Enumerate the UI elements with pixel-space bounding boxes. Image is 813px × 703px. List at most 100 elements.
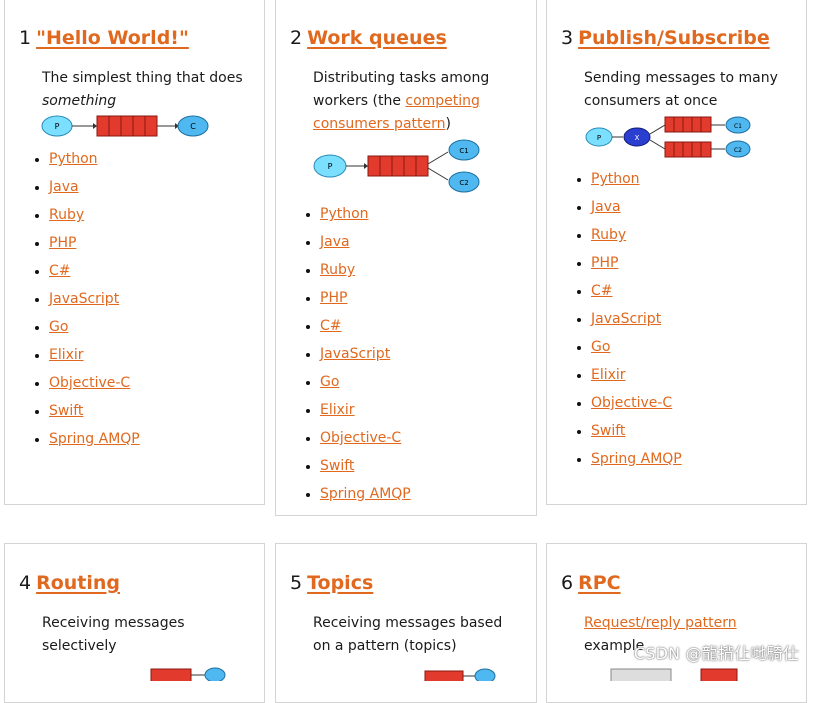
exchange-label: X bbox=[635, 134, 640, 142]
queue-icon bbox=[367, 155, 429, 177]
language-link-elixir[interactable]: Elixir bbox=[591, 367, 626, 383]
queue-icon bbox=[96, 115, 158, 137]
list-item: Swift bbox=[49, 397, 264, 425]
list-item: Python bbox=[591, 165, 806, 193]
language-link-spring-amqp[interactable]: Spring AMQP bbox=[591, 451, 682, 467]
tutorial-description: The simplest thing that does something bbox=[42, 67, 252, 113]
list-item: Spring AMQP bbox=[49, 425, 264, 453]
card-heading: 5 Topics bbox=[290, 572, 536, 594]
language-link-spring-amqp[interactable]: Spring AMQP bbox=[320, 486, 411, 502]
language-link-elixir[interactable]: Elixir bbox=[49, 347, 84, 363]
list-item: Ruby bbox=[49, 201, 264, 229]
list-item: Spring AMQP bbox=[591, 445, 806, 473]
list-item: PHP bbox=[591, 249, 806, 277]
tutorial-card-1: 1 "Hello World!" The simplest thing that… bbox=[4, 0, 265, 505]
language-link-ruby[interactable]: Ruby bbox=[49, 207, 84, 223]
tutorial-description: Receiving messages based on a pattern (t… bbox=[313, 615, 503, 654]
language-link-ruby[interactable]: Ruby bbox=[591, 227, 626, 243]
tutorial-number: 1 bbox=[19, 27, 32, 49]
language-link-java[interactable]: Java bbox=[320, 234, 350, 250]
tutorial-description: Sending messages to many consumers at on… bbox=[584, 70, 778, 109]
language-link-php[interactable]: PHP bbox=[49, 235, 76, 251]
language-link-objective-c[interactable]: Objective-C bbox=[49, 375, 130, 391]
list-item: C# bbox=[320, 312, 536, 340]
list-item: Spring AMQP bbox=[320, 480, 536, 508]
tutorial-title-link[interactable]: Publish/Subscribe bbox=[578, 27, 770, 49]
language-link-csharp[interactable]: C# bbox=[320, 318, 342, 334]
list-item: Go bbox=[320, 368, 536, 396]
queue-2-icon bbox=[664, 141, 712, 158]
language-link-go[interactable]: Go bbox=[591, 339, 610, 355]
language-link-swift[interactable]: Swift bbox=[591, 423, 625, 439]
csdn-watermark: CSDN @龍揹仩哋騎仕 bbox=[633, 644, 799, 663]
language-link-javascript[interactable]: JavaScript bbox=[49, 291, 119, 307]
list-item: Swift bbox=[591, 417, 806, 445]
language-link-python[interactable]: Python bbox=[49, 151, 98, 167]
card-heading: 4 Routing bbox=[19, 572, 264, 594]
language-link-php[interactable]: PHP bbox=[591, 255, 618, 271]
tutorial-card-5: 5 Topics Receiving messages based on a p… bbox=[275, 543, 537, 703]
language-link-java[interactable]: Java bbox=[591, 199, 621, 215]
tutorial-number: 6 bbox=[561, 572, 574, 594]
list-item: PHP bbox=[320, 284, 536, 312]
request-reply-link[interactable]: Request/reply pattern bbox=[584, 615, 737, 631]
language-link-python[interactable]: Python bbox=[591, 171, 640, 187]
tutorial-title-link[interactable]: Work queues bbox=[307, 27, 447, 49]
tutorial-number: 2 bbox=[290, 27, 303, 49]
rpc-diagram bbox=[610, 668, 738, 681]
language-link-csharp[interactable]: C# bbox=[49, 263, 71, 279]
tutorial-title-link[interactable]: Routing bbox=[36, 572, 120, 594]
language-link-ruby[interactable]: Ruby bbox=[320, 262, 355, 278]
language-link-spring-amqp[interactable]: Spring AMQP bbox=[49, 431, 140, 447]
tutorial-card-6: 6 RPC Request/reply pattern example bbox=[546, 543, 807, 703]
list-item: Elixir bbox=[320, 396, 536, 424]
tutorial-card-4: 4 Routing Receiving messages selectively bbox=[4, 543, 265, 703]
language-link-php[interactable]: PHP bbox=[320, 290, 347, 306]
language-list: Python Java Ruby PHP C# JavaScript Go El… bbox=[290, 200, 536, 508]
language-link-javascript[interactable]: JavaScript bbox=[320, 346, 390, 362]
work-queues-diagram: P C1 C2 bbox=[313, 139, 480, 193]
tutorial-description: Receiving messages selectively bbox=[42, 615, 185, 654]
language-link-java[interactable]: Java bbox=[49, 179, 79, 195]
language-link-swift[interactable]: Swift bbox=[49, 403, 83, 419]
card-heading: 6 RPC bbox=[561, 572, 806, 594]
list-item: Go bbox=[49, 313, 264, 341]
producer-label: P bbox=[597, 134, 601, 142]
hello-world-diagram: P C bbox=[41, 115, 209, 137]
language-link-python[interactable]: Python bbox=[320, 206, 369, 222]
language-link-objective-c[interactable]: Objective-C bbox=[591, 395, 672, 411]
language-link-objective-c[interactable]: Objective-C bbox=[320, 430, 401, 446]
list-item: C# bbox=[591, 277, 806, 305]
list-item: JavaScript bbox=[591, 305, 806, 333]
language-link-csharp[interactable]: C# bbox=[591, 283, 613, 299]
language-link-swift[interactable]: Swift bbox=[320, 458, 354, 474]
tutorial-title-link[interactable]: RPC bbox=[578, 572, 621, 594]
tutorial-card-2: 2 Work queues Distributing tasks among w… bbox=[275, 0, 537, 516]
list-item: Ruby bbox=[320, 256, 536, 284]
consumer-2-label: C2 bbox=[459, 179, 468, 187]
list-item: Go bbox=[591, 333, 806, 361]
language-link-elixir[interactable]: Elixir bbox=[320, 402, 355, 418]
language-link-go[interactable]: Go bbox=[320, 374, 339, 390]
card-heading: 3 Publish/Subscribe bbox=[561, 27, 806, 49]
publish-subscribe-diagram: P X C1 C2 bbox=[585, 116, 751, 158]
description-emphasis: something bbox=[42, 93, 117, 109]
list-item: Python bbox=[320, 200, 536, 228]
list-item: Elixir bbox=[591, 361, 806, 389]
tutorial-title-link[interactable]: Topics bbox=[307, 572, 373, 594]
consumer-2-label: C2 bbox=[734, 147, 742, 154]
list-item: Ruby bbox=[591, 221, 806, 249]
list-item: JavaScript bbox=[320, 340, 536, 368]
language-list: Python Java Ruby PHP C# JavaScript Go El… bbox=[561, 165, 806, 473]
list-item: Objective-C bbox=[591, 389, 806, 417]
tutorial-description: Distributing tasks among workers (the co… bbox=[313, 67, 523, 136]
tutorial-title-link[interactable]: "Hello World!" bbox=[36, 27, 189, 49]
list-item: Elixir bbox=[49, 341, 264, 369]
language-link-go[interactable]: Go bbox=[49, 319, 68, 335]
list-item: Swift bbox=[320, 452, 536, 480]
tutorial-number: 3 bbox=[561, 27, 574, 49]
consumer-1-label: C1 bbox=[734, 123, 742, 130]
card-heading: 1 "Hello World!" bbox=[19, 27, 264, 49]
description-text: The simplest thing that does bbox=[42, 70, 243, 86]
language-link-javascript[interactable]: JavaScript bbox=[591, 311, 661, 327]
